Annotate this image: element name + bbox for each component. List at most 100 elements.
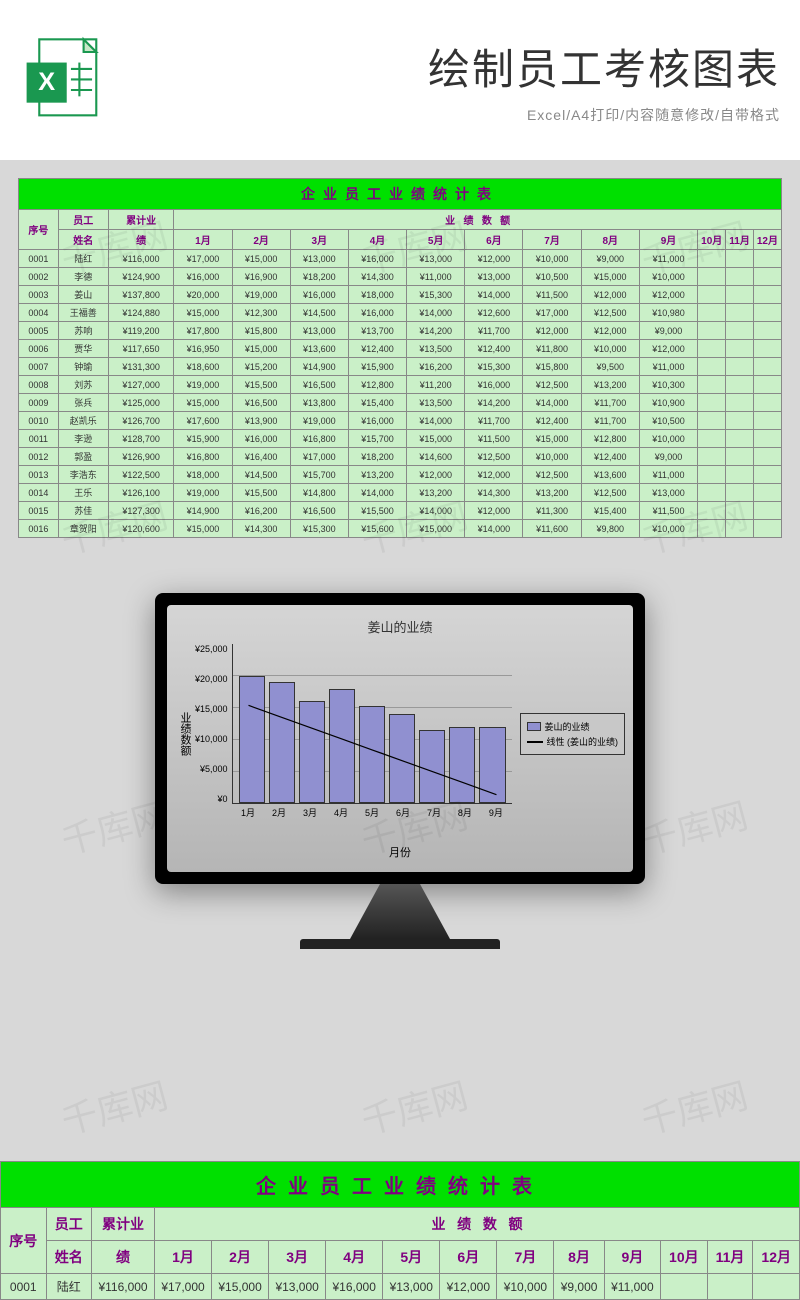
- cell-value: [726, 322, 754, 340]
- cell-value: ¥12,000: [407, 466, 465, 484]
- cell-value: ¥14,000: [407, 502, 465, 520]
- cell-value: [726, 268, 754, 286]
- cell-value: ¥11,700: [581, 412, 639, 430]
- cell-value: [753, 466, 781, 484]
- cell-id: 0014: [19, 484, 59, 502]
- cell-value: ¥13,600: [290, 340, 348, 358]
- table-row: 0009张兵¥125,000¥15,000¥16,500¥13,800¥15,4…: [19, 394, 782, 412]
- cell-value: ¥12,800: [581, 430, 639, 448]
- cell-id: 0011: [19, 430, 59, 448]
- cell-name: 李逊: [58, 430, 108, 448]
- cell-value: ¥10,000: [639, 520, 697, 538]
- cell-value: ¥10,000: [639, 430, 697, 448]
- cell-value: ¥15,500: [348, 502, 406, 520]
- cell-value: ¥16,800: [290, 430, 348, 448]
- x-tick: 4月: [334, 806, 348, 819]
- legend-series-1: 线性 (姜山的业绩): [547, 735, 619, 748]
- cell-value: ¥15,000: [407, 430, 465, 448]
- cell-name: 赵凯乐: [58, 412, 108, 430]
- cell-id: 0006: [19, 340, 59, 358]
- cell-value: ¥15,000: [407, 520, 465, 538]
- cell-value: ¥15,700: [348, 430, 406, 448]
- cell-value: ¥12,400: [465, 340, 523, 358]
- cell-value: ¥16,000: [348, 412, 406, 430]
- cell-value: ¥15,000: [523, 430, 581, 448]
- x-tick: 1月: [241, 806, 255, 819]
- cell-value: ¥11,300: [523, 502, 581, 520]
- cell-value: [753, 286, 781, 304]
- col-month-1: 1月: [154, 1241, 211, 1274]
- cell-value: ¥10,000: [497, 1274, 554, 1300]
- cell-value: ¥16,900: [232, 268, 290, 286]
- cell-value: ¥14,000: [407, 304, 465, 322]
- x-tick: 2月: [272, 806, 286, 819]
- cell-value: [726, 430, 754, 448]
- cell-value: ¥10,000: [523, 448, 581, 466]
- cell-value: [753, 304, 781, 322]
- cell-value: ¥16,000: [174, 268, 232, 286]
- cell-value: ¥11,000: [639, 250, 697, 268]
- cell-id: 0012: [19, 448, 59, 466]
- cell-total: ¥117,650: [108, 340, 174, 358]
- cell-value: ¥16,000: [232, 430, 290, 448]
- col-month-12: 12月: [753, 230, 781, 250]
- cell-total: ¥122,500: [108, 466, 174, 484]
- page-subtitle: Excel/A4打印/内容随意修改/自带格式: [120, 105, 780, 125]
- cell-value: ¥14,000: [407, 412, 465, 430]
- cell-value: ¥11,500: [465, 430, 523, 448]
- cell-value: ¥12,000: [523, 322, 581, 340]
- col-month-7: 7月: [523, 230, 581, 250]
- cell-value: ¥12,000: [639, 340, 697, 358]
- cell-value: ¥13,800: [290, 394, 348, 412]
- cell-value: [753, 430, 781, 448]
- y-tick: ¥5,000: [195, 764, 228, 774]
- cell-value: ¥16,000: [348, 304, 406, 322]
- col-month-3: 3月: [269, 1241, 326, 1274]
- cell-name: 张兵: [58, 394, 108, 412]
- cell-value: [726, 358, 754, 376]
- cell-value: ¥13,600: [581, 466, 639, 484]
- cell-value: [726, 520, 754, 538]
- cell-value: ¥15,000: [232, 340, 290, 358]
- cell-value: ¥16,200: [232, 502, 290, 520]
- cell-value: ¥16,950: [174, 340, 232, 358]
- cell-value: ¥13,000: [465, 268, 523, 286]
- cell-value: ¥12,000: [465, 466, 523, 484]
- cell-value: [698, 340, 726, 358]
- cell-value: [726, 376, 754, 394]
- cell-value: ¥11,000: [639, 466, 697, 484]
- page-header: X 绘制员工考核图表 Excel/A4打印/内容随意修改/自带格式: [0, 0, 800, 160]
- chart-plot: 1月2月3月4月5月6月7月8月9月: [232, 644, 512, 804]
- cell-value: ¥10,000: [523, 250, 581, 268]
- table-row: 0012郭盈¥126,900¥16,800¥16,400¥17,000¥18,2…: [19, 448, 782, 466]
- cell-value: ¥12,400: [581, 448, 639, 466]
- col-month-1: 1月: [174, 230, 232, 250]
- cell-value: ¥15,400: [581, 502, 639, 520]
- cell-value: [726, 448, 754, 466]
- cell-value: [726, 286, 754, 304]
- table-row: 0004王福善¥124,880¥15,000¥12,300¥14,500¥16,…: [19, 304, 782, 322]
- col-group: 业 绩 数 额: [154, 1208, 799, 1241]
- cell-value: [698, 412, 726, 430]
- cell-value: [753, 268, 781, 286]
- cell-total: ¥116,000: [92, 1274, 155, 1300]
- cell-value: ¥15,500: [232, 376, 290, 394]
- cell-value: [753, 250, 781, 268]
- cell-value: ¥16,200: [407, 358, 465, 376]
- cell-id: 0004: [19, 304, 59, 322]
- y-tick: ¥25,000: [195, 644, 228, 654]
- cell-value: ¥17,000: [290, 448, 348, 466]
- cell-total: ¥126,100: [108, 484, 174, 502]
- cell-value: ¥16,500: [290, 376, 348, 394]
- cell-value: ¥12,000: [581, 286, 639, 304]
- cell-name: 章贺阳: [58, 520, 108, 538]
- col-total-2: 绩: [92, 1241, 155, 1274]
- cell-value: [753, 448, 781, 466]
- cell-total: ¥126,700: [108, 412, 174, 430]
- cell-value: ¥15,400: [348, 394, 406, 412]
- cell-value: ¥18,000: [174, 466, 232, 484]
- col-month-4: 4月: [348, 230, 406, 250]
- cell-value: ¥13,200: [407, 484, 465, 502]
- cell-value: ¥12,000: [465, 250, 523, 268]
- legend-series-0: 姜山的业绩: [545, 720, 590, 733]
